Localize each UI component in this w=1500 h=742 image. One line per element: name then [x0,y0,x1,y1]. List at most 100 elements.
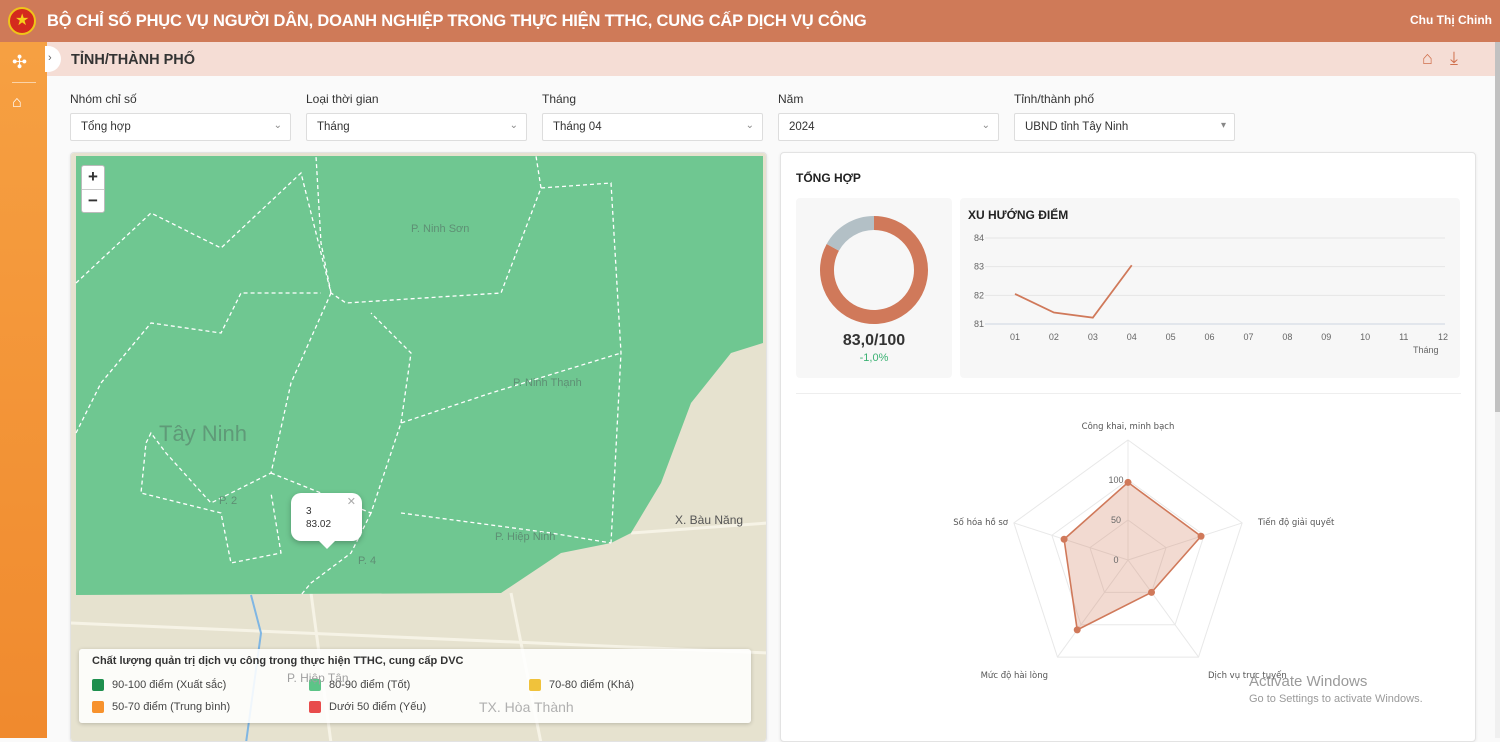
divider [796,393,1461,394]
radar-data-point [1061,536,1068,543]
donut-slice [833,223,874,247]
select-value: Tháng [317,121,350,133]
chevron-down-icon: ⌄ [746,120,754,131]
scrollbar-thumb[interactable] [1495,42,1500,412]
page-scrollbar[interactable] [1495,42,1500,738]
x-tick-label: 06 [1205,332,1215,342]
home-icon[interactable]: ⌂ [12,94,22,112]
filter-4: Tỉnh/thành phố UBND tỉnh Tây Ninh ▾ [1014,92,1235,141]
filter-label: Tỉnh/thành phố [1014,92,1235,106]
map-label: P. Hiệp Ninh [495,531,555,543]
filter-select[interactable]: Tổng hợp ⌄ [70,113,291,141]
filter-select[interactable]: Tháng⌄ [306,113,527,141]
radar-data-point [1198,533,1205,540]
filter-select[interactable]: Tháng 04 ⌄ [542,113,763,141]
map-card: +− P. Ninh Sơn P. Ninh Thạnh Tây Ninh P.… [70,152,767,742]
sidebar-toggle-button[interactable]: › [45,46,61,72]
x-tick-label: 07 [1243,332,1253,342]
x-tick-label: 09 [1321,332,1331,342]
map-label: TX. Hòa Thành [479,699,574,715]
legend-label: 70-80 điểm (Khá) [549,679,634,691]
radar-axis-label: Tiến độ giải quyết [1257,517,1335,528]
x-tick-label: 11 [1399,332,1408,342]
x-tick-label: 02 [1049,332,1059,342]
radar-axis-label: Mức độ hài lòng [981,670,1048,681]
chevron-down-icon: ⌄ [274,120,282,131]
legend-item: 50-70 điểm (Trung bình) [92,701,230,713]
filter-label: Tháng [542,92,763,106]
filter-select[interactable]: 2024 ⌄ [778,113,999,141]
y-tick-label: 83 [974,262,984,272]
legend-label: Dưới 50 điểm (Yếu) [329,701,426,713]
download-icon[interactable]: ⤓ [1450,48,1458,69]
popup-value: 83.02 [306,518,362,531]
home-icon[interactable]: ⌂ [1422,48,1433,69]
radar-tick-label: 100 [1108,475,1123,485]
divider [12,82,36,83]
map-legend: Chất lượng quản trị dịch vụ công trong t… [79,649,751,723]
legend-label: 50-70 điểm (Trung bình) [112,701,230,713]
filter-select[interactable]: UBND tỉnh Tây Ninh ▾ [1014,113,1235,141]
filter-label: Nhóm chỉ số [70,92,291,106]
y-tick-label: 84 [974,233,984,243]
windows-watermark: Activate Windows Go to Settings to activ… [1249,673,1423,705]
legend-swatch [529,679,541,691]
y-tick-label: 82 [974,290,984,300]
x-tick-label: 04 [1127,332,1137,342]
radar-tick-label: 0 [1113,555,1118,565]
legend-item: Dưới 50 điểm (Yếu) [309,701,426,713]
x-tick-label: 08 [1282,332,1292,342]
filter-3: Năm 2024 ⌄ [778,92,999,141]
map-zoom-control: +− [81,165,105,213]
select-value: UBND tỉnh Tây Ninh [1025,121,1128,133]
top-bar: BỘ CHỈ SỐ PHỤC VỤ NGƯỜI DÂN, DOANH NGHIỆ… [0,0,1500,42]
score-panel: 83,0/100 -1,0% [796,198,952,378]
select-value: Tháng 04 [553,121,602,133]
legend-label: 90-100 điểm (Xuất sắc) [112,679,226,691]
score-value: 83,0/100 [796,332,952,350]
zoom-in-button[interactable]: + [82,166,104,189]
map-label: P. 2 [219,495,237,507]
x-tick-label: 12 [1438,332,1448,342]
radar-data-point [1148,589,1155,596]
y-tick-label: 81 [974,319,984,329]
sidebar: ✣ ⌂ [0,42,47,738]
select-value: Tổng hợp [81,121,131,133]
map-label: P. 4 [358,555,376,567]
select-value: 2024 [789,121,815,133]
x-tick-label: 10 [1360,332,1370,342]
map-label: P. Ninh Thạnh [513,377,582,389]
x-tick-label: 01 [1010,332,1020,342]
radar-tick-label: 50 [1111,515,1121,525]
x-tick-label: 03 [1088,332,1098,342]
legend-swatch [92,701,104,713]
summary-title: TỔNG HỢP [796,171,861,185]
filter-1: Loại thời gian Tháng⌄ [306,92,527,141]
caret-down-icon: ▾ [1221,120,1226,131]
legend-title: Chất lượng quản trị dịch vụ công trong t… [92,655,738,667]
app-title: BỘ CHỈ SỐ PHỤC VỤ NGƯỜI DÂN, DOANH NGHIỆ… [47,12,867,31]
page-header: › TỈNH/THÀNH PHỐ ⌂ ⤓ [47,42,1495,76]
national-emblem-logo [8,7,36,35]
score-donut-chart [796,198,952,328]
legend-swatch [309,701,321,713]
x-axis-label: Tháng [1413,345,1439,355]
user-name[interactable]: Chu Thị Chinh [1410,13,1492,27]
x-tick-label: 05 [1166,332,1176,342]
series-line [1015,265,1132,317]
map-label: X. Bàu Năng [675,513,743,527]
trend-line-chart: 81 82 83 84 01 02 03 04 05 06 07 08 09 10 11 12 Tháng [960,198,1460,378]
legend-item: 70-80 điểm (Khá) [529,679,634,691]
filter-0: Nhóm chỉ số Tổng hợp ⌄ [70,92,291,141]
zoom-out-button[interactable]: − [82,189,104,212]
chevron-down-icon: ⌄ [982,120,990,131]
watermark-line1: Activate Windows [1249,673,1423,690]
close-icon[interactable]: ✕ [347,496,356,509]
radar-data-point [1074,626,1081,633]
filter-label: Loại thời gian [306,92,527,106]
map-label: P. Ninh Sơn [411,223,469,235]
map-label: P. Hiệp Tân [287,671,349,685]
collapse-arrows-icon[interactable]: ✣ [12,52,27,73]
filter-label: Năm [778,92,999,106]
legend-item: 90-100 điểm (Xuất sắc) [92,679,226,691]
